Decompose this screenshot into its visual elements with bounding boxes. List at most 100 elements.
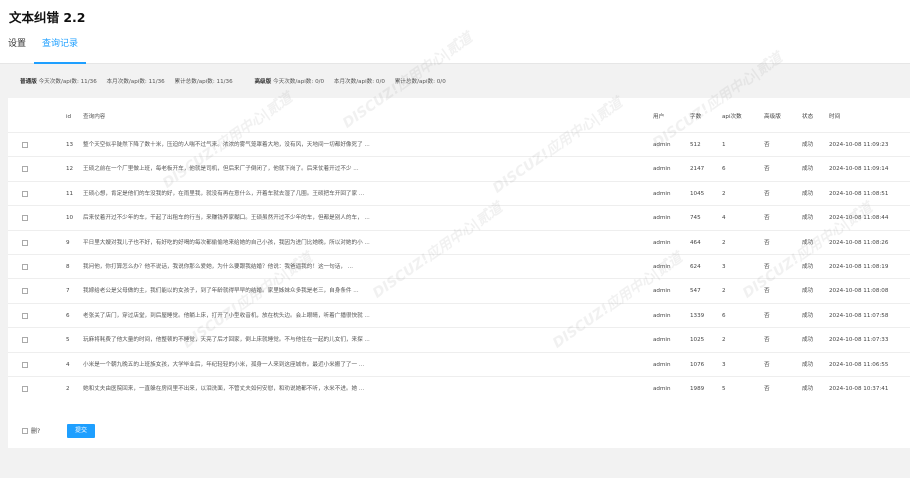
row-status: 成功: [802, 239, 814, 246]
row-api: 6: [722, 312, 726, 319]
row-status: 成功: [802, 215, 814, 222]
row-checkbox[interactable]: [22, 386, 28, 392]
advanced-today-stat: 今天次数/api数: 0/0: [273, 79, 325, 85]
row-advanced: 否: [764, 312, 770, 319]
row-user: admin: [653, 190, 671, 197]
row-api: 1: [722, 142, 726, 148]
row-content: 我嫁给老公是父母做的主，我们能以的女孩子，到了年龄就得早早的结婚。家里姊妹众多我…: [83, 288, 359, 295]
delete-checkbox[interactable]: [22, 428, 28, 434]
row-content: 我问他，你打算怎么办？他不说话，我说你那么爱她，为什么要跟我结婚？他说：我爸逼我…: [83, 264, 354, 270]
row-advanced: 否: [764, 239, 770, 246]
row-api: 2: [722, 239, 726, 246]
row-chars: 2147: [690, 166, 705, 173]
row-advanced: 否: [764, 166, 770, 173]
header-advanced: 高级版: [764, 114, 781, 120]
submit-button[interactable]: 提交: [67, 424, 95, 438]
normal-month-stat: 本月次数/api数: 11/36: [106, 79, 165, 85]
header-api: api次数: [722, 114, 742, 120]
row-checkbox[interactable]: [22, 361, 28, 368]
row-time: 2024-10-08 10:37:41: [829, 386, 889, 392]
row-checkbox[interactable]: [22, 288, 28, 295]
page-title: 文本纠错 2.2: [9, 10, 86, 25]
row-time: 2024-10-08 11:08:19: [829, 264, 889, 270]
row-status: 成功: [802, 166, 814, 173]
row-time: 2024-10-08 11:08:51: [829, 190, 889, 197]
row-chars: 1025: [690, 337, 705, 344]
row-checkbox[interactable]: [22, 166, 28, 173]
row-time: 2024-10-08 11:09:14: [829, 166, 889, 173]
row-user: admin: [653, 142, 671, 148]
row-user: admin: [653, 264, 671, 270]
table-row: 11 王硕心想，肯定是他们的车没我的好，在雨里我，就没有再在意什么，开着车就去湿了…: [8, 180, 910, 205]
row-api: 3: [722, 264, 726, 270]
row-chars: 1076: [690, 361, 705, 368]
table-row: 13 整个天空似乎陡然下降了数十米，压迫的人喘不过气来。浓浓的雾气笼罩着大地，没有…: [8, 132, 910, 156]
row-user: admin: [653, 215, 671, 222]
row-checkbox[interactable]: [22, 215, 28, 222]
row-advanced: 否: [764, 215, 770, 222]
row-advanced: 否: [764, 386, 770, 392]
table-row: 2 她和丈夫由医院回来，一直躲在房间里不出来，以泪洗面，不管丈夫如何安慰，和劝说她…: [8, 376, 910, 400]
table-row: 12 王硕之前在一个厂里做上班，每老板开车，他就是司机，但后来厂子倒闭了，他就下岗…: [8, 156, 910, 180]
row-content: 小米是一个朝九晚五的上班族女孩，大学毕业后，年纪轻轻的小米，孤身一人来到这座城市…: [83, 361, 365, 368]
table-row: 4 小米是一个朝九晚五的上班族女孩，大学毕业后，年纪轻轻的小米，孤身一人来到这座城…: [8, 351, 910, 376]
row-content: 王硕之前在一个厂里做上班，每老板开车，他就是司机，但后来厂子倒闭了，他就下岗了。…: [83, 166, 359, 173]
row-chars: 512: [690, 142, 701, 148]
table-row: 6 老张关了店门，穿过店堂，到后屋睡觉。他躺上床，打开了小型收音机，放在枕头边。会…: [8, 302, 910, 327]
table-row: 7 我嫁给老公是父母做的主，我们能以的女孩子，到了年龄就得早早的结婚。家里姊妹众多…: [8, 278, 910, 302]
row-time: 2024-10-08 11:07:33: [829, 337, 889, 344]
table-row: 8 我问他，你打算怎么办？他不说话，我说你那么爱她，为什么要跟我结婚？他说：我爸逼…: [8, 254, 910, 278]
row-status: 成功: [802, 142, 814, 148]
table-row: 10 后来仗着开过不少年的车，干起了出租车的行当，来赚钱养家糊口。王硕虽然开过不少…: [8, 205, 910, 229]
row-advanced: 否: [764, 361, 770, 368]
tab-bar: 设置 查询记录: [0, 38, 87, 64]
row-checkbox[interactable]: [22, 142, 28, 148]
row-status: 成功: [802, 312, 814, 319]
normal-today-stat: 今天次数/api数: 11/36: [38, 79, 97, 85]
row-time: 2024-10-08 11:07:58: [829, 312, 889, 319]
advanced-month-stat: 本月次数/api数: 0/0: [333, 79, 385, 85]
row-advanced: 否: [764, 190, 770, 197]
row-api: 2: [722, 337, 726, 344]
normal-total-stat: 累计总数/api数: 11/36: [174, 79, 233, 85]
row-time: 2024-10-08 11:06:55: [829, 361, 889, 368]
row-content: 王硕心想，肯定是他们的车没我的好，在雨里我，就没有再在意什么，开着车就去湿了几圈…: [83, 190, 365, 197]
advanced-version-label: 高级版: [254, 79, 272, 85]
row-checkbox[interactable]: [22, 312, 28, 319]
row-advanced: 否: [764, 142, 770, 148]
row-chars: 745: [690, 215, 701, 222]
table-row: 9 平日里大嫂对我儿子也不好，有好吃的好喝的每次都偷偷地来给她的自己小孩，我因为进…: [8, 229, 910, 254]
tab-query-records[interactable]: 查询记录: [34, 38, 87, 64]
delete-label: 删?: [31, 428, 41, 435]
top-bar: 文本纠错 2.2 设置 查询记录: [0, 0, 910, 64]
row-api: 4: [722, 215, 726, 222]
row-user: admin: [653, 337, 671, 344]
row-status: 成功: [802, 361, 814, 368]
header-chars: 字数: [690, 114, 702, 120]
advanced-total-stat: 累计总数/api数: 0/0: [394, 79, 446, 85]
row-status: 成功: [802, 386, 814, 392]
row-checkbox[interactable]: [22, 337, 28, 344]
tab-settings[interactable]: 设置: [0, 38, 34, 64]
row-status: 成功: [802, 288, 814, 295]
header-user: 用户: [653, 114, 665, 120]
row-content: 玩麻将耗费了他大量的时间，他整顿的不睡觉，天亮了后才回家，倒上床就睡觉。不与他住…: [83, 337, 370, 344]
row-api: 6: [722, 166, 726, 173]
row-chars: 547: [690, 288, 701, 295]
row-chars: 1045: [690, 190, 705, 197]
row-content: 平日里大嫂对我儿子也不好，有好吃的好喝的每次都偷偷地来给她的自己小孩，我因为进门…: [83, 239, 370, 246]
row-time: 2024-10-08 11:08:44: [829, 215, 889, 222]
row-checkbox[interactable]: [22, 264, 28, 270]
row-chars: 1339: [690, 312, 705, 319]
row-user: admin: [653, 386, 671, 392]
row-checkbox[interactable]: [22, 190, 28, 197]
row-content: 后来仗着开过不少年的车，干起了出租车的行当，来赚钱养家糊口。王硕虽然开过不少年的…: [83, 215, 370, 222]
header-status: 状态: [802, 114, 814, 120]
row-api: 2: [722, 190, 726, 197]
row-time: 2024-10-08 11:08:26: [829, 239, 889, 246]
row-content: 老张关了店门，穿过店堂，到后屋睡觉。他躺上床，打开了小型收音机，放在枕头边。会上…: [83, 312, 370, 319]
row-time: 2024-10-08 11:09:23: [829, 142, 889, 148]
row-chars: 624: [690, 264, 701, 270]
row-user: admin: [653, 166, 671, 173]
row-checkbox[interactable]: [22, 239, 28, 246]
